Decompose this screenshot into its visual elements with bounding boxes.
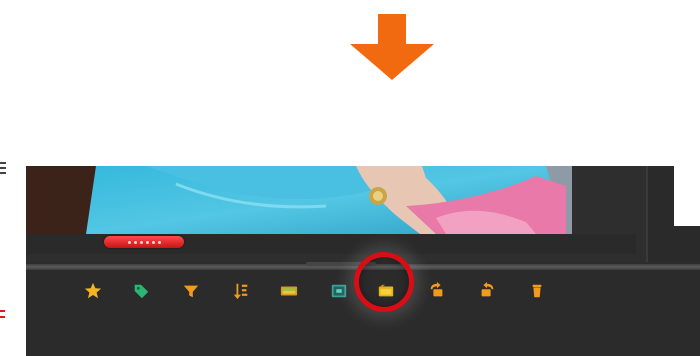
- star-icon: [84, 282, 102, 299]
- tutorial-screenshot: [0, 0, 700, 356]
- image-frame-button[interactable]: [328, 280, 350, 302]
- delete-button[interactable]: [526, 280, 548, 302]
- photo-editor-window: [26, 166, 700, 356]
- sort-button[interactable]: [230, 280, 252, 302]
- trash-icon: [532, 284, 542, 298]
- star-button[interactable]: [82, 280, 104, 302]
- filter-button[interactable]: [180, 280, 202, 302]
- side-panel-content: [674, 166, 700, 226]
- rotate-right-button[interactable]: [476, 280, 498, 302]
- tag-icon: [134, 284, 149, 299]
- image-frame-icon: [331, 284, 347, 298]
- sort-icon: [233, 283, 248, 300]
- rotate-left-button[interactable]: [426, 280, 448, 302]
- media-tray-button[interactable]: [278, 280, 300, 302]
- preview-photo: [26, 166, 572, 234]
- cropped-edge-text: [0, 160, 6, 190]
- preview-area: [26, 166, 651, 262]
- callout-highlight-ring: [354, 252, 414, 312]
- scrub-indicator[interactable]: [104, 236, 184, 248]
- filter-icon: [183, 285, 199, 298]
- callout-arrow-icon: [350, 14, 434, 80]
- rotate-left-icon: [430, 282, 443, 297]
- rotate-right-icon: [481, 282, 494, 297]
- cropped-red-mark: [0, 306, 5, 326]
- tag-button[interactable]: [130, 280, 152, 302]
- media-tray-icon: [280, 286, 298, 296]
